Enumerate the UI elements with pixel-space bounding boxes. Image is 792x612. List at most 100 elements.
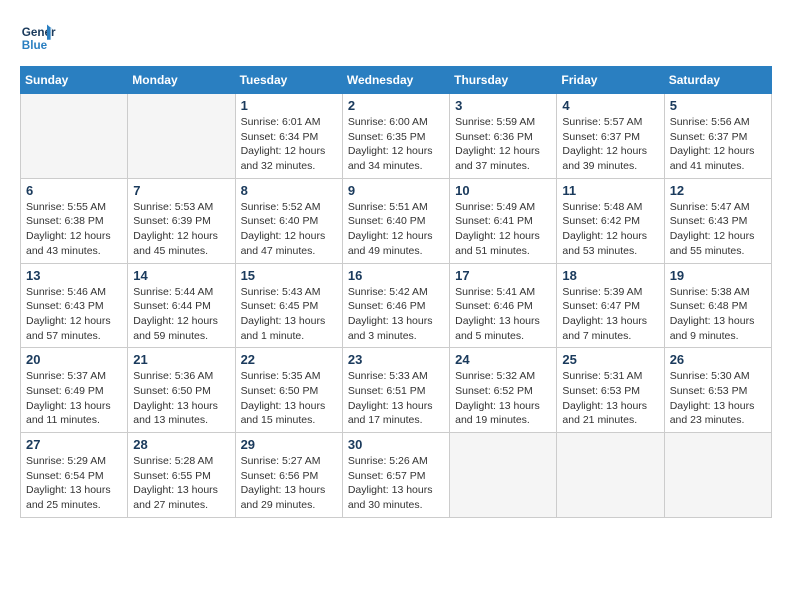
calendar-cell: 15 Sunrise: 5:43 AM Sunset: 6:45 PM Dayli…: [235, 263, 342, 348]
day-info: Sunrise: 5:39 AM Sunset: 6:47 PM Dayligh…: [562, 285, 658, 344]
calendar-cell: 20Sunrise: 5:37 AM Sunset: 6:49 PM Dayli…: [21, 348, 128, 433]
day-number: 15: [241, 268, 337, 283]
day-info: Sunrise: 5:41 AM Sunset: 6:46 PM Dayligh…: [455, 285, 551, 344]
calendar-cell: 6 Sunrise: 5:55 AM Sunset: 6:38 PM Daylig…: [21, 178, 128, 263]
day-number: 3: [455, 98, 551, 113]
header-day-monday: Monday: [128, 67, 235, 94]
day-number: 25: [562, 352, 658, 367]
svg-text:Blue: Blue: [22, 39, 48, 52]
calendar-cell: 7Sunrise: 5:53 AM Sunset: 6:39 PM Daylig…: [128, 178, 235, 263]
day-info: Sunrise: 5:44 AM Sunset: 6:44 PM Dayligh…: [133, 285, 229, 344]
calendar-cell: [557, 433, 664, 518]
day-info: Sunrise: 5:30 AM Sunset: 6:53 PM Dayligh…: [670, 369, 766, 428]
day-info: Sunrise: 5:38 AM Sunset: 6:48 PM Dayligh…: [670, 285, 766, 344]
calendar-cell: 11 Sunrise: 5:48 AM Sunset: 6:42 PM Dayli…: [557, 178, 664, 263]
calendar-cell: 5 Sunrise: 5:56 AM Sunset: 6:37 PM Daylig…: [664, 94, 771, 179]
day-number: 30: [348, 437, 444, 452]
calendar-cell: [664, 433, 771, 518]
header-day-thursday: Thursday: [450, 67, 557, 94]
day-info: Sunrise: 5:37 AM Sunset: 6:49 PM Dayligh…: [26, 369, 122, 428]
day-info: Sunrise: 5:52 AM Sunset: 6:40 PM Dayligh…: [241, 200, 337, 259]
day-number: 12: [670, 183, 766, 198]
day-info: Sunrise: 5:59 AM Sunset: 6:36 PM Dayligh…: [455, 115, 551, 174]
calendar-cell: 14Sunrise: 5:44 AM Sunset: 6:44 PM Dayli…: [128, 263, 235, 348]
calendar-week-1: 1Sunrise: 6:01 AM Sunset: 6:34 PM Daylig…: [21, 94, 772, 179]
calendar-cell: 10 Sunrise: 5:49 AM Sunset: 6:41 PM Dayli…: [450, 178, 557, 263]
calendar-week-2: 6 Sunrise: 5:55 AM Sunset: 6:38 PM Daylig…: [21, 178, 772, 263]
day-info: Sunrise: 5:31 AM Sunset: 6:53 PM Dayligh…: [562, 369, 658, 428]
day-number: 18: [562, 268, 658, 283]
day-number: 11: [562, 183, 658, 198]
header-day-sunday: Sunday: [21, 67, 128, 94]
header-day-wednesday: Wednesday: [342, 67, 449, 94]
header-day-friday: Friday: [557, 67, 664, 94]
logo: General Blue: [20, 20, 56, 56]
calendar-week-4: 20Sunrise: 5:37 AM Sunset: 6:49 PM Dayli…: [21, 348, 772, 433]
day-number: 2: [348, 98, 444, 113]
day-number: 4: [562, 98, 658, 113]
calendar-header-row: SundayMondayTuesdayWednesdayThursdayFrid…: [21, 67, 772, 94]
header-day-tuesday: Tuesday: [235, 67, 342, 94]
logo-icon: General Blue: [20, 20, 56, 56]
day-number: 28: [133, 437, 229, 452]
day-number: 13: [26, 268, 122, 283]
day-info: Sunrise: 5:53 AM Sunset: 6:39 PM Dayligh…: [133, 200, 229, 259]
day-number: 26: [670, 352, 766, 367]
calendar-cell: 28 Sunrise: 5:28 AM Sunset: 6:55 PM Dayli…: [128, 433, 235, 518]
day-number: 22: [241, 352, 337, 367]
calendar-week-5: 27Sunrise: 5:29 AM Sunset: 6:54 PM Dayli…: [21, 433, 772, 518]
calendar-cell: 19 Sunrise: 5:38 AM Sunset: 6:48 PM Dayli…: [664, 263, 771, 348]
day-info: Sunrise: 5:56 AM Sunset: 6:37 PM Dayligh…: [670, 115, 766, 174]
calendar-cell: 3 Sunrise: 5:59 AM Sunset: 6:36 PM Daylig…: [450, 94, 557, 179]
calendar-cell: 8 Sunrise: 5:52 AM Sunset: 6:40 PM Daylig…: [235, 178, 342, 263]
day-number: 21: [133, 352, 229, 367]
day-info: Sunrise: 5:48 AM Sunset: 6:42 PM Dayligh…: [562, 200, 658, 259]
day-info: Sunrise: 5:55 AM Sunset: 6:38 PM Dayligh…: [26, 200, 122, 259]
day-number: 17: [455, 268, 551, 283]
day-number: 9: [348, 183, 444, 198]
day-info: Sunrise: 5:36 AM Sunset: 6:50 PM Dayligh…: [133, 369, 229, 428]
day-number: 27: [26, 437, 122, 452]
calendar-cell: 2Sunrise: 6:00 AM Sunset: 6:35 PM Daylig…: [342, 94, 449, 179]
day-info: Sunrise: 5:43 AM Sunset: 6:45 PM Dayligh…: [241, 285, 337, 344]
calendar-cell: 26 Sunrise: 5:30 AM Sunset: 6:53 PM Dayli…: [664, 348, 771, 433]
day-info: Sunrise: 5:49 AM Sunset: 6:41 PM Dayligh…: [455, 200, 551, 259]
day-info: Sunrise: 5:35 AM Sunset: 6:50 PM Dayligh…: [241, 369, 337, 428]
day-number: 8: [241, 183, 337, 198]
calendar-cell: 4 Sunrise: 5:57 AM Sunset: 6:37 PM Daylig…: [557, 94, 664, 179]
calendar-week-3: 13 Sunrise: 5:46 AM Sunset: 6:43 PM Dayli…: [21, 263, 772, 348]
day-number: 29: [241, 437, 337, 452]
day-info: Sunrise: 5:33 AM Sunset: 6:51 PM Dayligh…: [348, 369, 444, 428]
page-header: General Blue: [20, 20, 772, 56]
calendar-cell: 9 Sunrise: 5:51 AM Sunset: 6:40 PM Daylig…: [342, 178, 449, 263]
day-number: 6: [26, 183, 122, 198]
calendar: SundayMondayTuesdayWednesdayThursdayFrid…: [20, 66, 772, 518]
calendar-cell: 21 Sunrise: 5:36 AM Sunset: 6:50 PM Dayli…: [128, 348, 235, 433]
calendar-cell: 30Sunrise: 5:26 AM Sunset: 6:57 PM Dayli…: [342, 433, 449, 518]
day-number: 24: [455, 352, 551, 367]
day-info: Sunrise: 5:57 AM Sunset: 6:37 PM Dayligh…: [562, 115, 658, 174]
calendar-cell: [450, 433, 557, 518]
calendar-cell: 22 Sunrise: 5:35 AM Sunset: 6:50 PM Dayli…: [235, 348, 342, 433]
calendar-cell: 18 Sunrise: 5:39 AM Sunset: 6:47 PM Dayli…: [557, 263, 664, 348]
calendar-cell: [128, 94, 235, 179]
day-number: 10: [455, 183, 551, 198]
day-info: Sunrise: 5:51 AM Sunset: 6:40 PM Dayligh…: [348, 200, 444, 259]
calendar-cell: 27Sunrise: 5:29 AM Sunset: 6:54 PM Dayli…: [21, 433, 128, 518]
calendar-cell: 24Sunrise: 5:32 AM Sunset: 6:52 PM Dayli…: [450, 348, 557, 433]
calendar-cell: 29Sunrise: 5:27 AM Sunset: 6:56 PM Dayli…: [235, 433, 342, 518]
day-info: Sunrise: 6:01 AM Sunset: 6:34 PM Dayligh…: [241, 115, 337, 174]
calendar-cell: 12 Sunrise: 5:47 AM Sunset: 6:43 PM Dayli…: [664, 178, 771, 263]
svg-text:General: General: [22, 26, 56, 39]
day-number: 16: [348, 268, 444, 283]
day-info: Sunrise: 5:47 AM Sunset: 6:43 PM Dayligh…: [670, 200, 766, 259]
calendar-cell: 17 Sunrise: 5:41 AM Sunset: 6:46 PM Dayli…: [450, 263, 557, 348]
day-number: 19: [670, 268, 766, 283]
calendar-cell: 23Sunrise: 5:33 AM Sunset: 6:51 PM Dayli…: [342, 348, 449, 433]
day-info: Sunrise: 5:28 AM Sunset: 6:55 PM Dayligh…: [133, 454, 229, 513]
calendar-cell: 1Sunrise: 6:01 AM Sunset: 6:34 PM Daylig…: [235, 94, 342, 179]
day-info: Sunrise: 5:46 AM Sunset: 6:43 PM Dayligh…: [26, 285, 122, 344]
day-number: 5: [670, 98, 766, 113]
calendar-cell: 13 Sunrise: 5:46 AM Sunset: 6:43 PM Dayli…: [21, 263, 128, 348]
calendar-cell: 16Sunrise: 5:42 AM Sunset: 6:46 PM Dayli…: [342, 263, 449, 348]
